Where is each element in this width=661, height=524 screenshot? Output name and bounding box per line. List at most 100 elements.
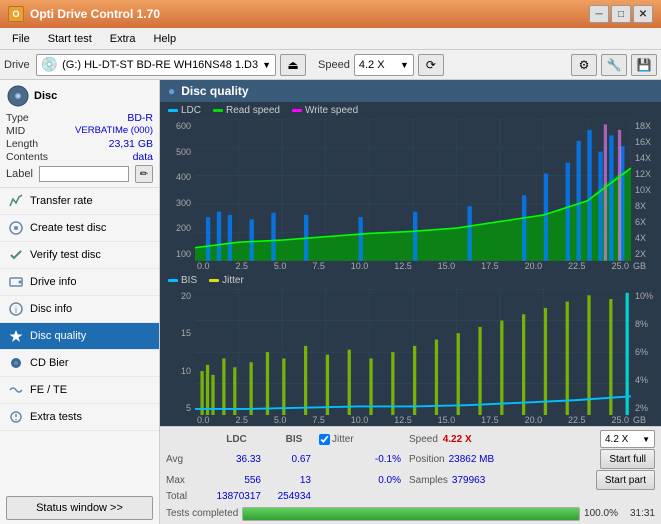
- bottom-chart-inner: 20 15 10 5: [160, 289, 661, 415]
- max-jitter: 0.0%: [319, 475, 409, 486]
- label-input[interactable]: [39, 166, 129, 182]
- create-test-disc-icon: [8, 220, 24, 236]
- sidebar-item-create-test-disc[interactable]: Create test disc: [0, 215, 159, 242]
- disc-label-row: Label ✏: [6, 165, 153, 183]
- verify-test-disc-icon: [8, 247, 24, 263]
- progress-bar-container: [242, 505, 580, 521]
- label-edit-button[interactable]: ✏: [135, 165, 153, 183]
- maximize-button[interactable]: □: [611, 5, 631, 23]
- eject-button[interactable]: ⏏: [280, 54, 306, 76]
- sidebar-item-verify-test-disc[interactable]: Verify test disc: [0, 242, 159, 269]
- sidebar-item-label-fe-te: FE / TE: [30, 384, 67, 396]
- bottom-chart-y-axis-right: 10% 8% 6% 4% 2%: [631, 289, 661, 415]
- top-chart-y-axis-left: 600 500 400 300 200 100: [160, 119, 195, 261]
- status-text: Tests completed: [166, 508, 238, 519]
- status-window-button[interactable]: Status window >>: [6, 496, 153, 520]
- fe-te-icon: [8, 382, 24, 398]
- avg-jitter: -0.1%: [319, 454, 409, 465]
- max-samples-val: 379963: [452, 475, 485, 486]
- sidebar-item-extra-tests[interactable]: Extra tests: [0, 404, 159, 431]
- speed-value: 4.22 X: [443, 434, 472, 445]
- toolbar: Drive 💿 (G:) HL-DT-ST BD-RE WH16NS48 1.D…: [0, 50, 661, 80]
- chart-header-icon: ●: [168, 84, 175, 98]
- legend-read-speed: Read speed: [213, 105, 280, 116]
- disc-section-icon: [6, 84, 30, 108]
- bottom-chart-y-axis-left: 20 15 10 5: [160, 289, 195, 415]
- window-title: Opti Drive Control 1.70: [30, 7, 160, 21]
- total-ldc: 13870317: [204, 491, 269, 502]
- save-button[interactable]: 💾: [631, 54, 657, 76]
- top-chart: LDC Read speed Write speed 600 50: [160, 102, 661, 272]
- sidebar-item-cd-bier[interactable]: CD Bier: [0, 350, 159, 377]
- top-chart-x-axis-row: 0.0 2.5 5.0 7.5 10.0 12.5 15.0 17.5 20.0…: [160, 261, 661, 272]
- menu-extra[interactable]: Extra: [102, 31, 144, 47]
- top-chart-y-axis-right: 18X 16X 14X 12X 10X 8X 6X 4X 2X: [631, 119, 661, 261]
- right-panel: ● Disc quality LDC Read speed: [160, 80, 661, 524]
- disc-info-icon: i: [8, 301, 24, 317]
- minimize-button[interactable]: ─: [589, 5, 609, 23]
- nav-items: Transfer rate Create test disc Verify te…: [0, 188, 159, 492]
- avg-ldc: 36.33: [204, 454, 269, 465]
- close-button[interactable]: ✕: [633, 5, 653, 23]
- extra-tests-icon: [8, 409, 24, 425]
- progress-bar-fill: [243, 508, 579, 520]
- charts-area: LDC Read speed Write speed 600 50: [160, 102, 661, 426]
- stats-panel: LDC BIS Jitter Speed 4.22 X 4.2 X ▼ Avg: [160, 426, 661, 524]
- elapsed-time: 31:31: [630, 508, 655, 519]
- avg-bis: 0.67: [269, 454, 319, 465]
- sidebar-item-drive-info[interactable]: Drive info: [0, 269, 159, 296]
- progress-row: Tests completed 100.0% 31:31: [166, 505, 655, 521]
- sidebar-item-label-disc-quality: Disc quality: [30, 330, 86, 342]
- drive-info-icon: [8, 274, 24, 290]
- drive-dropdown[interactable]: 💿 (G:) HL-DT-ST BD-RE WH16NS48 1.D3 ▼: [36, 54, 276, 76]
- avg-position-label: Position: [409, 454, 445, 465]
- transfer-rate-icon: [8, 193, 24, 209]
- bottom-chart: BIS Jitter 20 15 10 5: [160, 272, 661, 426]
- menu-start-test[interactable]: Start test: [40, 31, 100, 47]
- settings-button2[interactable]: 🔧: [601, 54, 627, 76]
- chart-header: ● Disc quality: [160, 80, 661, 102]
- sidebar-item-disc-info[interactable]: i Disc info: [0, 296, 159, 323]
- app-icon: O: [8, 6, 24, 22]
- disc-info-section: Disc Type BD-R MID VERBATIMe (000) Lengt…: [0, 80, 159, 188]
- legend-write-speed: Write speed: [292, 105, 358, 116]
- stats-header-row: LDC BIS Jitter Speed 4.22 X 4.2 X ▼: [166, 430, 655, 448]
- drive-value: (G:) HL-DT-ST BD-RE WH16NS48 1.D3: [62, 59, 258, 71]
- speed-dropdown[interactable]: 4.2 X ▼: [354, 54, 414, 76]
- progress-percent: 100.0%: [584, 508, 618, 519]
- sidebar-item-label-disc-info: Disc info: [30, 303, 72, 315]
- ldc-header: LDC: [204, 434, 269, 445]
- start-part-button[interactable]: Start part: [596, 470, 655, 490]
- menu-help[interactable]: Help: [145, 31, 184, 47]
- sidebar-item-label-drive-info: Drive info: [30, 276, 76, 288]
- bis-legend-dot: [168, 279, 178, 282]
- bottom-chart-x-labels: 0.0 2.5 5.0 7.5 10.0 12.5 15.0 17.5 20.0…: [195, 415, 631, 425]
- speed-x-dropdown[interactable]: 4.2 X ▼: [600, 430, 655, 448]
- start-full-button[interactable]: Start full: [600, 449, 655, 469]
- total-bis: 254934: [269, 491, 319, 502]
- stats-avg-row: Avg 36.33 0.67 -0.1% Position 23862 MB S…: [166, 449, 655, 469]
- chart-title: Disc quality: [181, 84, 248, 98]
- sidebar-item-label-extra-tests: Extra tests: [30, 411, 82, 423]
- max-samples-label: Samples: [409, 475, 448, 486]
- speed-label: Speed: [318, 59, 350, 71]
- ldc-legend-dot: [168, 109, 178, 112]
- sidebar-item-label-transfer-rate: Transfer rate: [30, 195, 93, 207]
- sidebar-item-disc-quality[interactable]: Disc quality: [0, 323, 159, 350]
- jitter-checkbox[interactable]: [319, 434, 330, 445]
- total-label: Total: [166, 491, 204, 502]
- jitter-header: Jitter: [319, 434, 409, 445]
- refresh-button[interactable]: ⟳: [418, 54, 444, 76]
- bottom-chart-svg: [195, 289, 631, 415]
- sidebar-item-label-verify-test-disc: Verify test disc: [30, 249, 101, 261]
- top-chart-x-labels: 0.0 2.5 5.0 7.5 10.0 12.5 15.0 17.5 20.0…: [195, 261, 631, 271]
- top-chart-inner: 600 500 400 300 200 100: [160, 119, 661, 261]
- left-panel: Disc Type BD-R MID VERBATIMe (000) Lengt…: [0, 80, 160, 524]
- menu-file[interactable]: File: [4, 31, 38, 47]
- sidebar-item-transfer-rate[interactable]: Transfer rate: [0, 188, 159, 215]
- sidebar-item-fe-te[interactable]: FE / TE: [0, 377, 159, 404]
- stats-total-row: Total 13870317 254934: [166, 491, 655, 502]
- bottom-chart-legend: BIS Jitter: [160, 272, 661, 289]
- speed-header: Speed 4.22 X: [409, 434, 472, 445]
- settings-button1[interactable]: ⚙: [571, 54, 597, 76]
